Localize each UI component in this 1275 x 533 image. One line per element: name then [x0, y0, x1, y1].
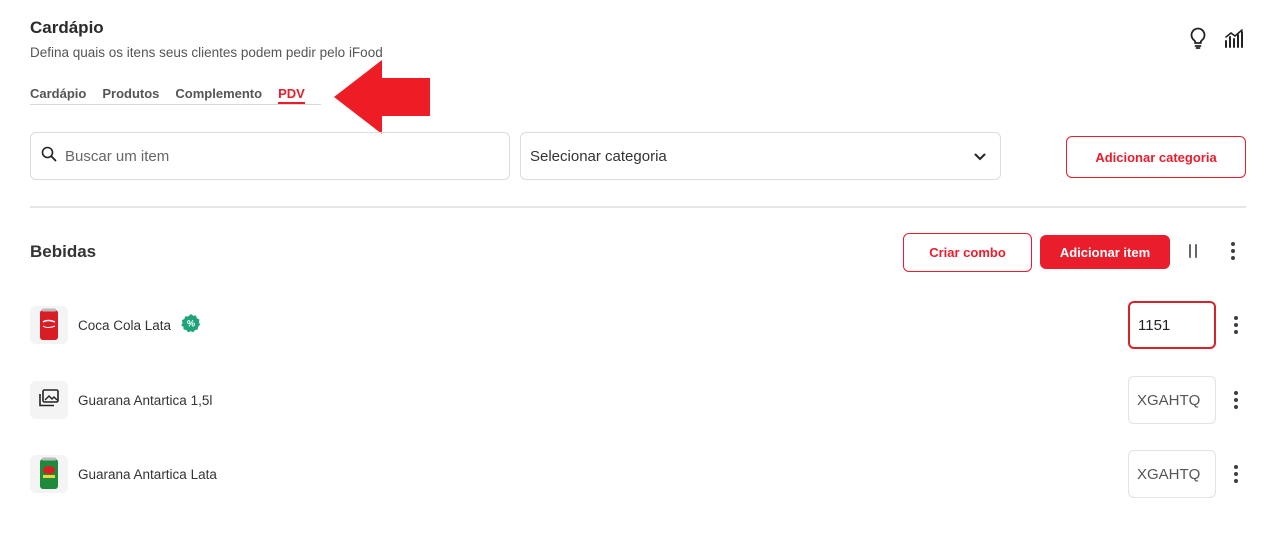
add-category-button[interactable]: Adicionar categoria: [1066, 136, 1246, 178]
section-more-icon[interactable]: [1223, 239, 1243, 263]
item-thumbnail-green-can: [30, 455, 68, 493]
item-name: Coca Cola Lata: [78, 317, 172, 333]
item-thumbnail-red-can: [30, 306, 68, 344]
list-item: Coca Cola Lata %: [30, 301, 1246, 349]
item-more-icon[interactable]: [1226, 388, 1246, 412]
analytics-icon[interactable]: [1223, 27, 1245, 49]
tab-pdv[interactable]: PDV: [278, 86, 305, 104]
list-item: Guarana Antartica 1,5l: [30, 376, 1246, 424]
item-more-icon[interactable]: [1226, 462, 1246, 486]
search-field[interactable]: [30, 132, 510, 180]
item-thumbnail-placeholder: [30, 381, 68, 419]
lightbulb-icon[interactable]: [1187, 27, 1209, 49]
pdv-code-input[interactable]: [1128, 376, 1216, 424]
search-input[interactable]: [63, 146, 467, 166]
item-name: Guarana Antartica 1,5l: [78, 392, 213, 408]
search-icon: [41, 146, 57, 167]
item-name: Guarana Antartica Lata: [78, 466, 217, 482]
pdv-code-input[interactable]: [1128, 450, 1216, 498]
pause-icon[interactable]: [1183, 241, 1203, 266]
category-select-value: Selecionar categoria: [530, 147, 667, 165]
tab-bar: Cardápio Produtos Complemento PDV: [30, 86, 321, 105]
item-more-icon[interactable]: [1226, 313, 1246, 337]
annotation-arrow-icon: [334, 60, 432, 139]
tab-cardapio[interactable]: Cardápio: [30, 86, 86, 104]
top-actions: [1187, 27, 1245, 49]
tab-produtos[interactable]: Produtos: [102, 86, 159, 104]
category-select[interactable]: Selecionar categoria: [520, 132, 1001, 180]
svg-text:%: %: [187, 318, 195, 328]
promo-badge-icon: %: [181, 313, 201, 338]
page-subtitle: Defina quais os itens seus clientes pode…: [30, 45, 383, 60]
image-placeholder-icon: [39, 388, 59, 412]
page-title: Cardápio: [30, 18, 104, 37]
add-item-button[interactable]: Adicionar item: [1040, 235, 1170, 269]
pdv-code-input[interactable]: [1128, 301, 1216, 349]
tab-complemento[interactable]: Complemento: [175, 86, 262, 104]
divider: [30, 206, 1246, 208]
chevron-down-icon: [974, 148, 986, 165]
section-title: Bebidas: [30, 242, 97, 261]
list-item: Guarana Antartica Lata: [30, 450, 1246, 498]
create-combo-button[interactable]: Criar combo: [903, 233, 1032, 272]
